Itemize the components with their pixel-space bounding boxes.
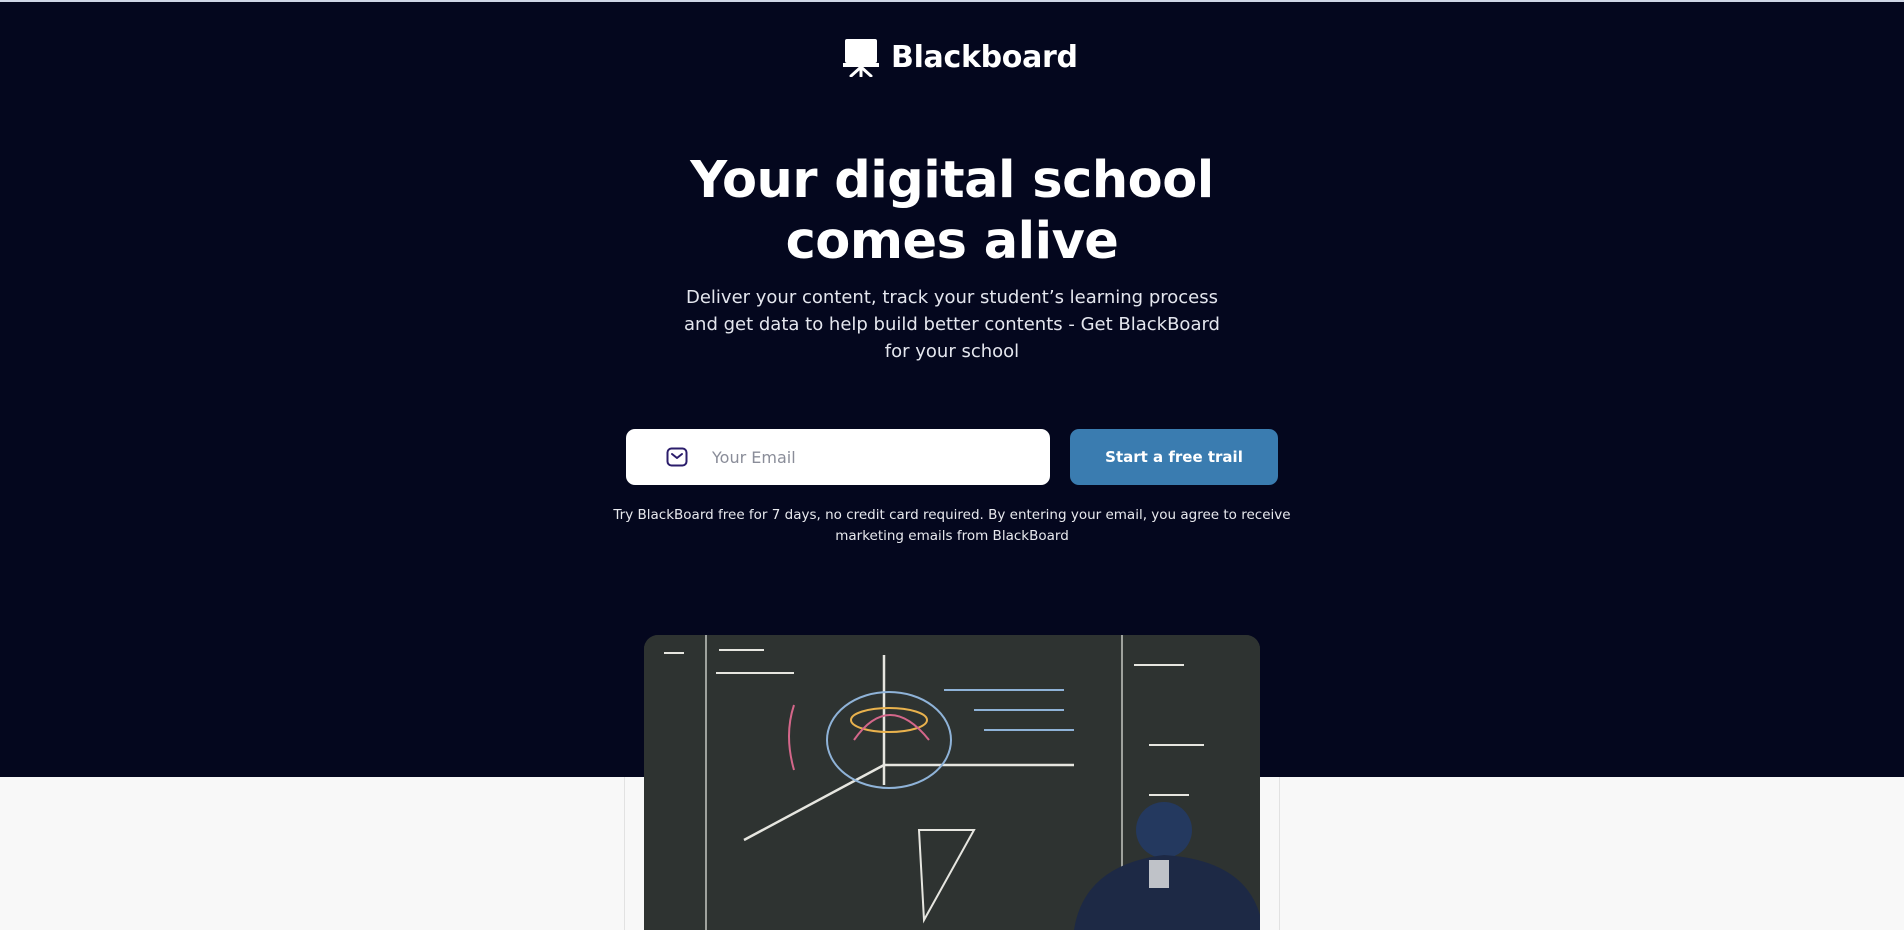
email-field-container[interactable]: [626, 429, 1050, 485]
mail-icon: [666, 447, 688, 467]
hero-subtitle: Deliver your content, track your student…: [684, 287, 1220, 362]
brand-name: Blackboard: [891, 39, 1078, 75]
easel-icon: [843, 39, 879, 77]
email-input[interactable]: [712, 447, 1012, 467]
hero-image: [644, 635, 1260, 930]
signup-disclaimer: Try BlackBoard free for 7 days, no credi…: [613, 507, 1291, 544]
start-free-trial-button[interactable]: Start a free trail: [1070, 429, 1278, 485]
page-title: Your digital school comes alive: [552, 150, 1352, 272]
chalkboard-illustration: [644, 635, 1260, 930]
headline-line-1: Your digital school: [690, 151, 1214, 210]
headline-line-2: comes alive: [785, 212, 1119, 271]
brand-logo[interactable]: Blackboard: [843, 36, 1078, 78]
